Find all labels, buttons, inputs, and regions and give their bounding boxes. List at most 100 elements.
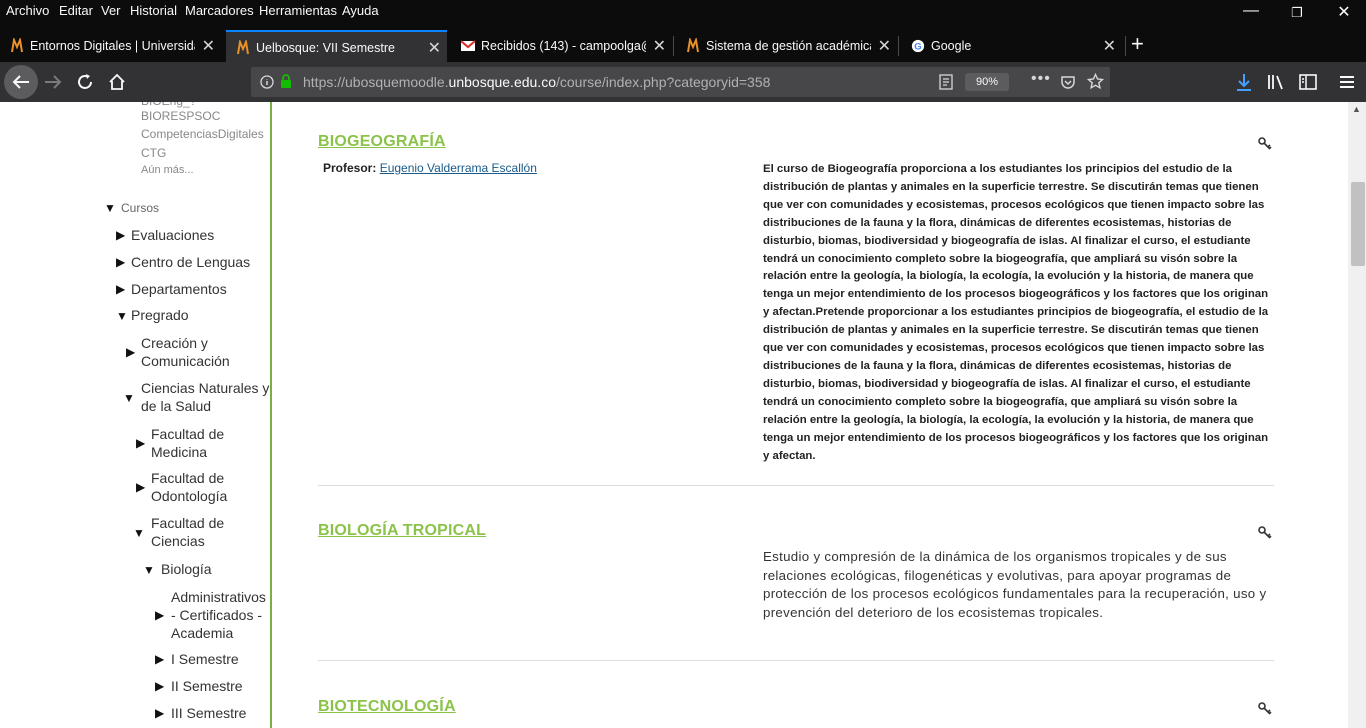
- collapsed-triangle-icon[interactable]: ▶: [116, 228, 125, 242]
- close-tab-icon[interactable]: ✕: [1103, 36, 1116, 56]
- tab-entornos-digitales[interactable]: Entornos Digitales | Universidad ✕: [0, 30, 221, 62]
- collapsed-triangle-icon[interactable]: ▶: [116, 282, 125, 296]
- sidebar-link-bioresp[interactable]: BIORESPSOC: [141, 109, 220, 123]
- course-teacher: Profesor: Eugenio Valderrama Escallón: [323, 161, 537, 175]
- sidebar-courses-header[interactable]: Cursos: [121, 201, 159, 215]
- tab-sistema-gestion[interactable]: Sistema de gestión académica ✕: [676, 30, 897, 62]
- teacher-link[interactable]: Eugenio Valderrama Escallón: [380, 161, 537, 175]
- label-line: Academia: [171, 625, 234, 641]
- label-line: Facultad de: [151, 470, 225, 486]
- menu-ver[interactable]: Ver: [101, 3, 121, 18]
- sidebar-link-competencias[interactable]: CompetenciasDigitales: [141, 127, 264, 141]
- library-icon[interactable]: [1266, 72, 1286, 92]
- back-button[interactable]: [4, 65, 38, 99]
- label-line: Facultad de: [151, 426, 225, 442]
- sidebar-item-centro-lenguas[interactable]: Centro de Lenguas: [131, 253, 250, 271]
- menu-historial[interactable]: Historial: [130, 3, 177, 18]
- collapsed-triangle-icon[interactable]: ▶: [136, 480, 145, 494]
- sidebar-item-facultad-medicina[interactable]: Facultad de Medicina: [151, 425, 224, 461]
- label-line: Facultad de: [151, 515, 225, 531]
- expanded-triangle-icon[interactable]: ▼: [116, 309, 128, 323]
- sidebar-item-iii-semestre[interactable]: III Semestre: [171, 704, 246, 722]
- menu-archivo[interactable]: Archivo: [6, 3, 49, 18]
- pocket-icon[interactable]: [1060, 74, 1076, 90]
- sidebar-item-facultad-ciencias[interactable]: Facultad de Ciencias: [151, 514, 224, 550]
- back-arrow-icon: [12, 75, 29, 89]
- reader-view-icon[interactable]: [939, 74, 953, 90]
- sidebar-link-more[interactable]: Aún más...: [141, 164, 194, 176]
- expanded-triangle-icon[interactable]: ▼: [104, 201, 116, 215]
- window-close-button[interactable]: ✕: [1329, 2, 1359, 22]
- collapsed-triangle-icon[interactable]: ▶: [136, 436, 145, 450]
- zoom-indicator[interactable]: 90%: [965, 73, 1009, 91]
- tab-separator: [898, 36, 899, 56]
- sidebar-link-partial[interactable]: BIOEng_?: [141, 102, 196, 108]
- sidebar-item-pregrado[interactable]: Pregrado: [131, 306, 189, 324]
- tab-label: Entornos Digitales | Universidad: [30, 39, 195, 53]
- scroll-up-icon[interactable]: ▲: [1352, 104, 1361, 114]
- menu-marcadores[interactable]: Marcadores: [185, 3, 254, 18]
- reload-icon[interactable]: [75, 72, 95, 92]
- info-icon[interactable]: [260, 75, 274, 89]
- menu-editar[interactable]: Editar: [59, 3, 93, 18]
- moodle-icon: [237, 40, 249, 55]
- close-tab-icon[interactable]: ✕: [653, 36, 666, 56]
- guest-access-key-icon: [1258, 526, 1272, 539]
- sidebar-item-i-semestre[interactable]: I Semestre: [171, 650, 239, 668]
- tab-google[interactable]: G Google ✕: [901, 30, 1122, 62]
- url-path: /course/index.php?categoryid=358: [555, 74, 771, 90]
- gmail-icon: [461, 40, 475, 51]
- expanded-triangle-icon[interactable]: ▼: [133, 526, 145, 540]
- expanded-triangle-icon[interactable]: ▼: [143, 563, 155, 577]
- label-line: Ciencias Naturales y: [141, 380, 270, 396]
- url-bar[interactable]: https://ubosquemoodle.unbosque.edu.co/co…: [251, 67, 1110, 97]
- url-host: unbosque.edu.co: [448, 74, 556, 90]
- scrollbar-thumb[interactable]: [1351, 182, 1365, 266]
- sidebar-item-ciencias-naturales[interactable]: Ciencias Naturales y de la Salud: [141, 379, 269, 415]
- close-tab-icon[interactable]: ✕: [202, 36, 215, 56]
- tab-uelbosque[interactable]: Uelbosque: VII Semestre ✕: [226, 30, 447, 62]
- restore-button[interactable]: ❐: [1282, 5, 1312, 21]
- tab-separator: [1125, 36, 1126, 56]
- google-icon: G: [911, 39, 925, 53]
- collapsed-triangle-icon[interactable]: ▶: [155, 679, 164, 693]
- course-title-biogeografia[interactable]: BIOGEOGRAFÍA: [318, 133, 446, 151]
- sidebar-item-evaluaciones[interactable]: Evaluaciones: [131, 226, 214, 244]
- bookmark-star-icon[interactable]: [1087, 73, 1104, 90]
- collapsed-triangle-icon[interactable]: ▶: [155, 608, 164, 622]
- forward-arrow-icon[interactable]: [42, 72, 64, 92]
- sidebar-item-biologia[interactable]: Biología: [161, 560, 212, 578]
- course-list: BIOGEOGRAFÍA Profesor: Eugenio Valderram…: [272, 102, 1348, 728]
- collapsed-triangle-icon[interactable]: ▶: [155, 652, 164, 666]
- menu-herramientas[interactable]: Herramientas: [259, 3, 337, 18]
- collapsed-triangle-icon[interactable]: ▶: [116, 255, 125, 269]
- url-text[interactable]: https://ubosquemoodle.unbosque.edu.co/co…: [303, 74, 770, 90]
- moodle-icon: [11, 38, 23, 53]
- hamburger-menu-icon[interactable]: [1337, 72, 1357, 92]
- expanded-triangle-icon[interactable]: ▼: [123, 391, 135, 405]
- sidebar-toggle-icon[interactable]: [1298, 72, 1318, 92]
- download-icon[interactable]: [1235, 72, 1253, 92]
- tab-gmail[interactable]: Recibidos (143) - campoolga@ ✕: [451, 30, 672, 62]
- label-line: Medicina: [151, 444, 208, 460]
- page-actions-icon[interactable]: •••: [1031, 70, 1051, 88]
- sidebar-item-creacion-comunicacion[interactable]: Creación y Comunicación: [141, 334, 230, 370]
- sidebar-item-facultad-odontologia[interactable]: Facultad de Odontología: [151, 469, 227, 505]
- sidebar-link-ctg[interactable]: CTG: [141, 146, 166, 160]
- sidebar-item-ii-semestre[interactable]: II Semestre: [171, 677, 243, 695]
- sidebar-item-administrativos[interactable]: Administrativos - Certificados - Academi…: [171, 588, 266, 642]
- close-tab-icon[interactable]: ✕: [878, 36, 891, 56]
- menu-ayuda[interactable]: Ayuda: [342, 3, 379, 18]
- moodle-icon: [687, 38, 699, 53]
- url-prefix: https://ubosquemoodle.: [303, 74, 449, 90]
- sidebar-item-departamentos[interactable]: Departamentos: [131, 280, 227, 298]
- course-title-biotecnologia[interactable]: BIOTECNOLOGÍA: [318, 698, 456, 716]
- new-tab-button[interactable]: +: [1131, 31, 1144, 57]
- minimize-button[interactable]: —: [1236, 2, 1266, 20]
- collapsed-triangle-icon[interactable]: ▶: [126, 345, 135, 359]
- course-title-biologia-tropical[interactable]: BIOLOGÍA TROPICAL: [318, 522, 486, 540]
- home-icon[interactable]: [107, 72, 127, 92]
- close-tab-icon[interactable]: ✕: [428, 38, 441, 58]
- tab-label: Recibidos (143) - campoolga@: [481, 39, 646, 53]
- collapsed-triangle-icon[interactable]: ▶: [155, 706, 164, 720]
